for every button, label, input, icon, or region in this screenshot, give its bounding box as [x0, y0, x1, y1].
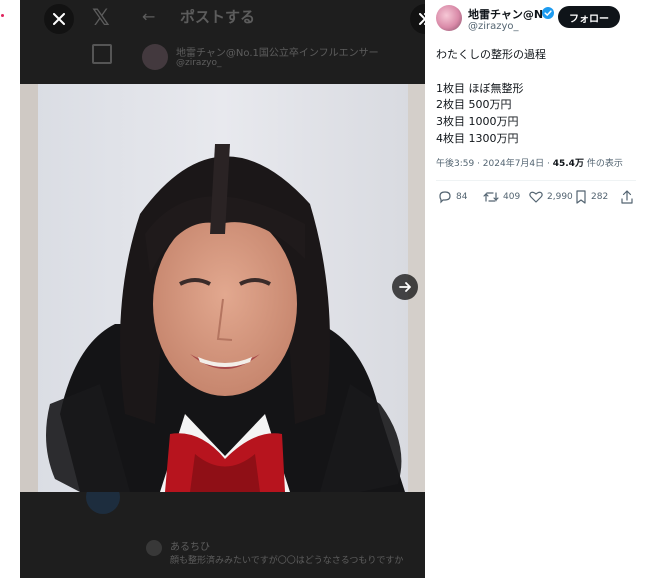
- divider: [436, 180, 636, 181]
- x-logo-icon: 𝕏: [92, 6, 110, 31]
- author-display-name[interactable]: 地雷チャン@No: [468, 6, 552, 22]
- reply-avatar: [146, 540, 162, 556]
- expand-icon: [419, 13, 425, 25]
- post-meta: 午後3:59 · 2024年7月4日 · 45.4万 件の表示: [436, 156, 623, 169]
- view-count: 45.4万: [552, 159, 584, 169]
- left-edge: [0, 0, 20, 578]
- like-icon: [529, 191, 543, 203]
- bookmark-button[interactable]: 282: [575, 190, 608, 204]
- post-photo[interactable]: [20, 84, 425, 492]
- timeline-header-title: ポストする: [180, 8, 256, 26]
- view-label: 件の表示: [583, 159, 623, 169]
- verified-badge-icon: [542, 7, 554, 19]
- post-text-line: 3枚目 1000万円: [436, 115, 519, 128]
- bookmark-icon: [576, 190, 586, 204]
- close-icon: [53, 13, 65, 25]
- repost-count: 409: [503, 192, 521, 202]
- home-icon: [92, 44, 112, 64]
- post-detail-panel: 地雷チャン@No @zirazyo_ フォロー わたくしの整形の過程 1枚目 ほ…: [425, 0, 645, 578]
- post-timestamp[interactable]: 午後3:59 · 2024年7月4日 ·: [436, 159, 553, 169]
- next-arrow-icon: [399, 282, 411, 292]
- follow-button[interactable]: フォロー: [558, 6, 620, 28]
- bookmark-count: 282: [591, 192, 609, 202]
- media-viewer: 𝕏 ← ポストする 地雷チャン@No.1国公立卒インフルエンサー @zirazy…: [20, 0, 425, 578]
- post-text-line: 4枚目 1300万円: [436, 132, 519, 145]
- notification-dot: [1, 14, 4, 17]
- next-image-button[interactable]: [392, 274, 418, 300]
- share-button[interactable]: [621, 190, 633, 204]
- like-count: 2,990: [547, 191, 573, 202]
- timeline-author-handle: @zirazyo_: [176, 58, 222, 68]
- post-text-line: 1枚目 ほぼ無整形: [436, 82, 524, 95]
- post-text-line: 2枚目 500万円: [436, 98, 512, 111]
- reply-author: あるちひ: [170, 542, 210, 553]
- repost-button[interactable]: 409: [483, 190, 520, 204]
- reply-button[interactable]: 84: [438, 190, 467, 204]
- back-arrow-icon: ←: [142, 7, 156, 26]
- reply-text: 顔も整形済みみたいですが〇〇はどうなさるつもりですか: [170, 556, 404, 566]
- close-button[interactable]: [44, 4, 74, 34]
- repost-icon: [483, 192, 499, 202]
- author-avatar[interactable]: [436, 5, 462, 31]
- timeline-avatar: [142, 44, 168, 70]
- timeline-author: 地雷チャン@No.1国公立卒インフルエンサー: [176, 48, 379, 59]
- author-handle[interactable]: @zirazyo_: [468, 21, 519, 32]
- reply-icon: [439, 191, 451, 204]
- reply-count: 84: [456, 192, 468, 202]
- post-text-line: わたくしの整形の過程: [436, 48, 546, 61]
- share-icon: [621, 190, 633, 204]
- like-button[interactable]: 2,990: [529, 190, 573, 203]
